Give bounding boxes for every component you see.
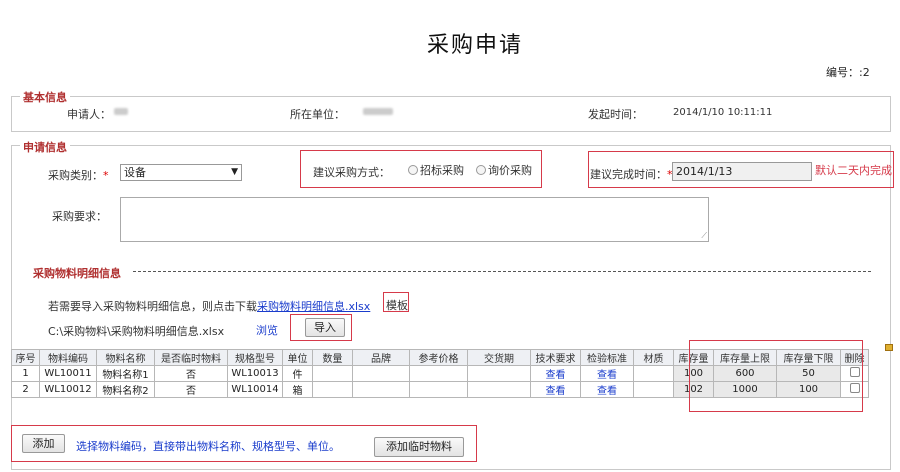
cell-col-spec: WL10013 <box>227 365 283 382</box>
cell-col-qty[interactable] <box>312 381 353 398</box>
footer-hint: 选择物料编码，直接带出物料名称、规格型号、单位。 <box>76 440 340 453</box>
header-col-spec: 规格型号 <box>227 349 283 366</box>
cell-col-unit: 件 <box>282 365 313 382</box>
add-button[interactable]: 添加 <box>22 434 65 453</box>
method-label: 建议采购方式： <box>313 166 390 179</box>
download-template-link[interactable]: 采购物料明细信息.xlsx <box>257 300 370 313</box>
header-col-unit: 单位 <box>282 349 313 366</box>
radio-icon[interactable] <box>408 165 418 175</box>
header-col-material: 材质 <box>633 349 674 366</box>
cell-col-price[interactable] <box>409 365 468 382</box>
cell-col-material[interactable] <box>633 381 674 398</box>
header-col-code: 物料编码 <box>39 349 97 366</box>
view-link[interactable]: 查看 <box>546 370 566 381</box>
serial-label: 编号： <box>826 66 859 79</box>
chevron-down-icon: ▼ <box>231 167 238 177</box>
cell-col-brand[interactable] <box>352 381 410 398</box>
requirement-textarea[interactable]: ⟋ <box>120 197 709 242</box>
category-label: 采购类别：* <box>48 169 109 182</box>
time-label: 发起时间： <box>588 108 643 121</box>
required-mark: * <box>103 169 109 182</box>
stock-columns-box <box>689 340 863 412</box>
header-col-qty: 数量 <box>312 349 353 366</box>
unit-value <box>363 108 393 115</box>
add-temp-material-button[interactable]: 添加临时物料 <box>374 437 464 457</box>
serial-number: 编号：:2 <box>826 64 870 80</box>
deadline-note: 默认二天内完成 <box>815 164 892 177</box>
detail-title: 采购物料明细信息 <box>33 267 121 280</box>
cell-col-inspect[interactable]: 查看 <box>580 381 634 398</box>
method-option-tender[interactable]: 招标采购 <box>408 162 464 178</box>
import-button[interactable]: 导入 <box>305 318 345 337</box>
header-col-inspect: 检验标准 <box>580 349 634 366</box>
basic-info-legend: 基本信息 <box>20 89 70 105</box>
requirement-label: 采购要求： <box>52 210 107 223</box>
cell-col-name: 物料名称1 <box>96 365 155 382</box>
applicant-label: 申请人： <box>67 108 111 121</box>
header-col-tech: 技术要求 <box>530 349 581 366</box>
header-col-temp: 是否临时物料 <box>154 349 228 366</box>
download-hint: 若需要导入采购物料明细信息，则点击下载采购物料明细信息.xlsx <box>48 300 371 313</box>
view-link[interactable]: 查看 <box>597 386 617 397</box>
detail-divider <box>133 271 871 272</box>
deadline-input[interactable]: 2014/1/13 <box>672 162 812 181</box>
browse-link[interactable]: 浏览 <box>256 322 278 338</box>
cell-col-temp: 否 <box>154 365 228 382</box>
note-icon <box>885 344 893 351</box>
view-link[interactable]: 查看 <box>597 370 617 381</box>
cell-col-material[interactable] <box>633 365 674 382</box>
cell-col-tech[interactable]: 查看 <box>530 365 581 382</box>
unit-label: 所在单位： <box>290 108 345 121</box>
cell-col-spec: WL10014 <box>227 381 283 398</box>
time-value: 2014/1/10 10:11:11 <box>673 107 773 118</box>
method-option-inquiry[interactable]: 询价采购 <box>476 162 532 178</box>
page-title: 采购申请 <box>426 33 523 58</box>
cell-col-tech[interactable]: 查看 <box>530 381 581 398</box>
cell-col-delivery[interactable] <box>467 381 531 398</box>
cell-col-name: 物料名称2 <box>96 381 155 398</box>
serial-value: :2 <box>859 66 870 79</box>
cell-col-inspect[interactable]: 查看 <box>580 365 634 382</box>
cell-col-qty[interactable] <box>312 365 353 382</box>
category-select[interactable]: 设备 ▼ <box>120 164 242 181</box>
deadline-label: 建议完成时间：* <box>590 168 673 181</box>
cell-col-brand[interactable] <box>352 365 410 382</box>
cell-col-delivery[interactable] <box>467 365 531 382</box>
header-col-delivery: 交货期 <box>467 349 531 366</box>
template-word: 模板 <box>386 299 408 312</box>
applicant-value <box>114 108 128 115</box>
header-col-name: 物料名称 <box>96 349 155 366</box>
apply-info-legend: 申请信息 <box>20 139 70 155</box>
cell-col-index: 1 <box>11 365 40 382</box>
cell-col-price[interactable] <box>409 381 468 398</box>
cell-col-code: WL10012 <box>39 381 97 398</box>
category-value: 设备 <box>124 166 146 179</box>
resize-handle-icon[interactable]: ⟋ <box>701 231 707 241</box>
header-col-index: 序号 <box>11 349 40 366</box>
view-link[interactable]: 查看 <box>546 386 566 397</box>
cell-col-unit: 箱 <box>282 381 313 398</box>
radio-icon[interactable] <box>476 165 486 175</box>
cell-col-code: WL10011 <box>39 365 97 382</box>
file-path: C:\采购物料\采购物料明细信息.xlsx <box>48 325 225 338</box>
cell-col-temp: 否 <box>154 381 228 398</box>
header-col-brand: 品牌 <box>352 349 410 366</box>
cell-col-index: 2 <box>11 381 40 398</box>
header-col-price: 参考价格 <box>409 349 468 366</box>
